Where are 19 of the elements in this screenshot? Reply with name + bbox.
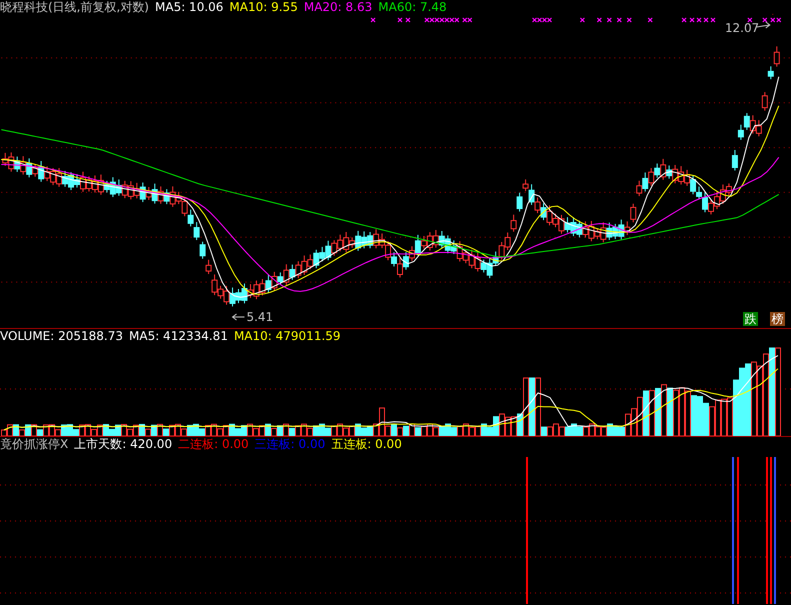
indicator-reading: 上市天数: 420.00	[74, 437, 172, 451]
moving-average-reading: MA20: 8.63	[304, 0, 372, 14]
low-price-label: 5.41	[246, 310, 274, 324]
volume-reading: MA10: 479011.59	[234, 329, 341, 343]
indicator-reading: 五连板: 0.00	[331, 437, 402, 451]
indicator-reading: 二连板: 0.00	[178, 437, 249, 451]
moving-average-reading: MA5: 10.06	[155, 0, 224, 14]
tag-badge: 跌	[743, 312, 758, 326]
volume-reading: VOLUME: 205188.73	[0, 329, 123, 343]
indicator-reading: 三连板: 0.00	[254, 437, 326, 451]
high-price-label: 12.07	[724, 20, 760, 35]
tag-badge: 榜	[770, 312, 785, 326]
arrow-icon	[232, 314, 245, 321]
chart-title: 晓程科技(日线,前复权,对数)	[0, 0, 149, 14]
indicator-reading: 竟价抓涨停X	[0, 437, 68, 451]
arrow-icon	[756, 21, 771, 28]
moving-average-reading: MA10: 9.55	[229, 0, 298, 14]
moving-average-reading: MA60: 7.48	[378, 0, 447, 14]
volume-reading: MA5: 412334.81	[129, 329, 228, 343]
